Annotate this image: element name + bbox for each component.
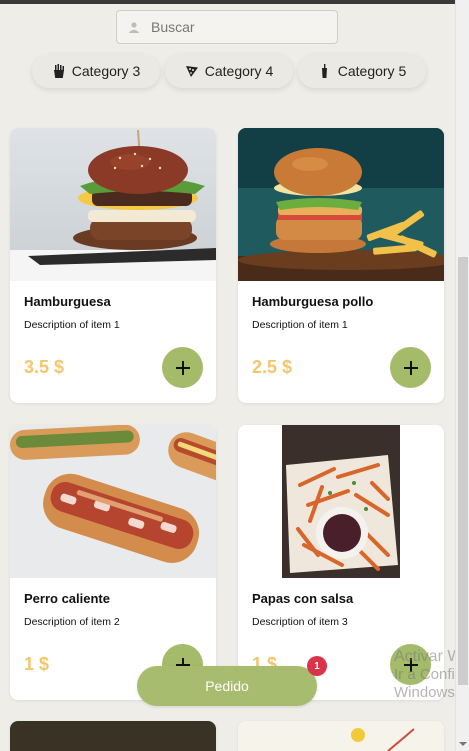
chicken-burger-image — [238, 128, 444, 281]
pizza-slice-icon — [185, 66, 198, 77]
category-chip-5[interactable]: Category 5 — [298, 54, 426, 88]
item-name: Hamburguesa — [24, 294, 111, 309]
order-count-badge: 1 — [307, 656, 327, 676]
category-bar: Category 3 Category 4 Category 5 — [0, 54, 455, 88]
category-chip-3[interactable]: Category 3 — [32, 54, 160, 88]
top-edge — [0, 0, 469, 4]
order-button[interactable]: Pedido — [137, 666, 317, 706]
food-image — [238, 721, 444, 751]
add-to-order-button[interactable] — [162, 347, 203, 388]
item-price: 1 $ — [24, 654, 50, 674]
french-fries-icon — [53, 64, 64, 78]
item-description: Description of item 1 — [24, 319, 120, 331]
plus-icon — [175, 360, 190, 375]
menu-card[interactable]: Hamburguesa Description of item 1 3.5 $ — [10, 128, 216, 403]
search-input[interactable] — [151, 19, 321, 35]
user-icon — [127, 20, 141, 34]
item-name: Papas con salsa — [252, 591, 354, 606]
add-to-order-button[interactable] — [390, 347, 431, 388]
item-description: Description of item 1 — [252, 319, 348, 331]
category-chip-4[interactable]: Category 4 — [165, 54, 293, 88]
menu-card[interactable]: Hamburguesa pollo Description of item 1 … — [238, 128, 444, 403]
category-label: Category 5 — [337, 63, 407, 79]
scroll-down-icon[interactable] — [459, 740, 467, 748]
burger-image — [10, 128, 216, 281]
drink-icon — [321, 64, 327, 78]
food-image — [10, 721, 216, 751]
search-box[interactable] — [116, 10, 338, 44]
plus-icon — [403, 360, 418, 375]
item-price: 3.5 $ — [24, 357, 65, 377]
scrollbar-thumb[interactable] — [458, 257, 468, 685]
category-label: Category 4 — [204, 63, 274, 79]
menu-card[interactable] — [238, 721, 444, 751]
item-price: 2.5 $ — [252, 357, 293, 377]
category-label: Category 3 — [71, 63, 141, 79]
menu-card[interactable]: Perro caliente Description of item 2 1 $ — [10, 425, 216, 700]
scrollbar[interactable] — [455, 0, 469, 751]
hotdog-image — [10, 425, 216, 578]
item-name: Perro caliente — [24, 591, 110, 606]
menu-card[interactable] — [10, 721, 216, 751]
item-description: Description of item 3 — [252, 616, 348, 628]
item-name: Hamburguesa pollo — [252, 294, 374, 309]
item-description: Description of item 2 — [24, 616, 120, 628]
fries-with-sauce-image — [238, 425, 444, 578]
